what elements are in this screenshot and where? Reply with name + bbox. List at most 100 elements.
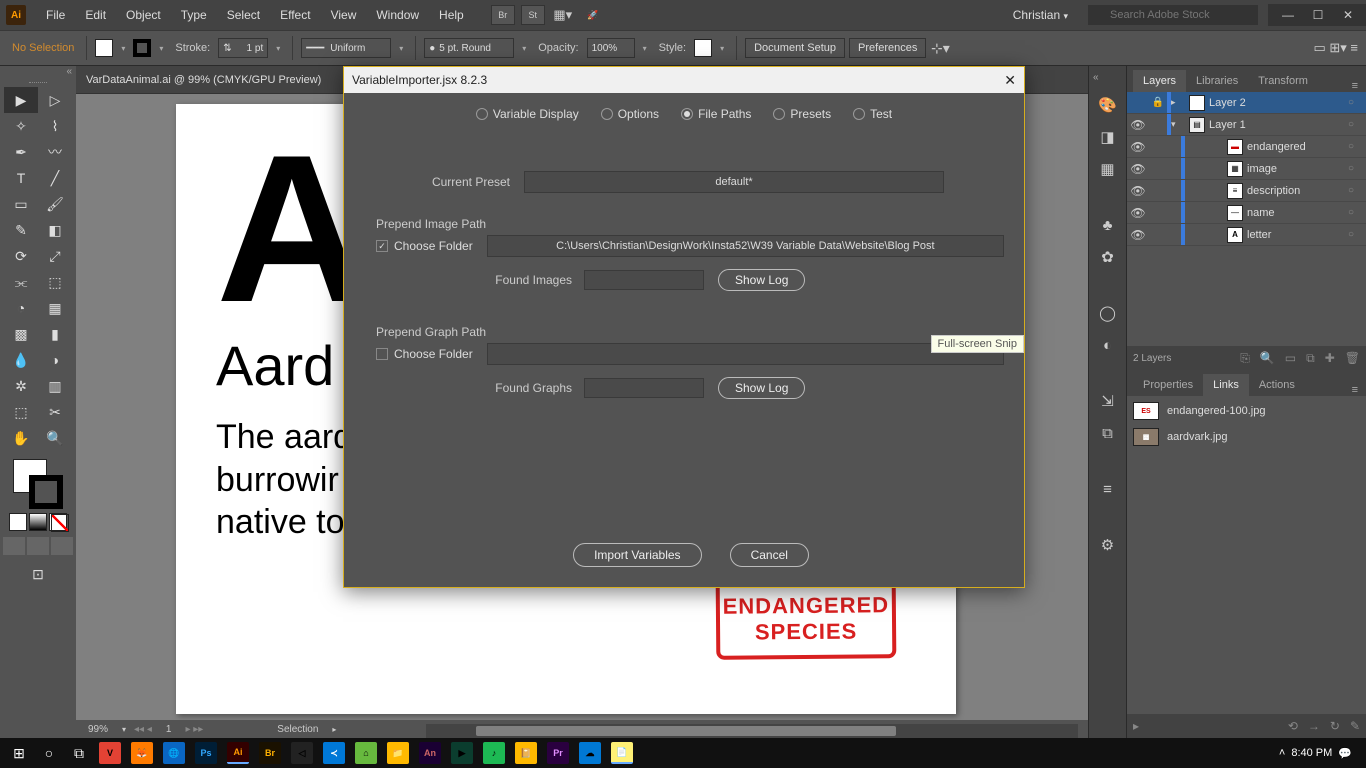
menu-edit[interactable]: Edit (75, 8, 116, 22)
horizontal-scrollbar[interactable] (426, 724, 1078, 738)
radio-options[interactable]: Options (601, 107, 659, 121)
magic-wand-tool[interactable]: ✧ (4, 113, 38, 139)
taskbar-illustrator[interactable]: Ai (227, 742, 249, 764)
draw-mode-icons[interactable] (2, 537, 74, 555)
target-icon[interactable]: ○ (1348, 97, 1366, 108)
find-icon[interactable]: 🔍 (1260, 351, 1275, 365)
width-tool[interactable]: ⫘ (4, 269, 38, 295)
tray-up-icon[interactable]: ˄ (1279, 747, 1285, 759)
stroke-swatch[interactable] (133, 39, 151, 57)
taskbar-app[interactable]: ☁ (579, 742, 601, 764)
taskbar-premiere[interactable]: Pr (547, 742, 569, 764)
user-menu[interactable]: Christian ▾ (1003, 8, 1078, 22)
rect-tool[interactable]: ▭ (4, 191, 38, 217)
rotate-tool[interactable]: ⟳ (4, 243, 38, 269)
direct-select-tool[interactable]: ▷ (38, 87, 72, 113)
graph-tool[interactable]: ▥ (38, 373, 72, 399)
artboard-tool[interactable]: ⬚ (4, 399, 38, 425)
delete-layer-icon[interactable]: 🗑 (1345, 351, 1360, 365)
lock-icon[interactable]: 🔒 (1149, 97, 1167, 108)
window-restore-icon[interactable]: ☐ (1304, 4, 1332, 26)
target-icon[interactable]: ○ (1348, 185, 1366, 196)
align-panel-icon[interactable]: ≡ (1094, 475, 1122, 503)
panel-menu-icon[interactable]: ≡ (1344, 384, 1366, 396)
css-panel-icon[interactable]: ⚙ (1094, 531, 1122, 559)
menu-type[interactable]: Type (171, 8, 217, 22)
target-icon[interactable]: ○ (1348, 163, 1366, 174)
layer-item[interactable]: 👁 ▬ endangered ○ (1127, 136, 1366, 158)
graph-path-field[interactable] (487, 343, 1004, 365)
new-layer-icon[interactable]: ✚ (1325, 351, 1335, 365)
layer-item[interactable]: 👁 ≡ description ○ (1127, 180, 1366, 202)
target-icon[interactable]: ○ (1348, 207, 1366, 218)
graphic-styles-icon[interactable]: ◐ (1094, 331, 1122, 359)
preferences-button[interactable]: Preferences (849, 38, 926, 58)
notifications-icon[interactable]: 💬 (1338, 747, 1352, 760)
artboard-nav[interactable]: 1 (160, 724, 178, 735)
taskbar-app[interactable]: ▶ (451, 742, 473, 764)
target-icon[interactable]: ○ (1348, 141, 1366, 152)
taskbar-explorer[interactable]: 📁 (387, 742, 409, 764)
cancel-button[interactable]: Cancel (730, 543, 809, 567)
preset-field[interactable]: default* (524, 171, 944, 193)
mesh-tool[interactable]: ▩ (4, 321, 38, 347)
stock-icon[interactable]: St (521, 5, 545, 25)
tab-properties[interactable]: Properties (1133, 374, 1203, 396)
task-view-icon[interactable]: ⧉ (64, 738, 94, 768)
type-tool[interactable]: T (4, 165, 38, 191)
radio-file-paths[interactable]: File Paths (681, 107, 751, 121)
perspective-tool[interactable]: ▦ (38, 295, 72, 321)
swatches-panel-icon[interactable]: ▦ (1094, 155, 1122, 183)
show-info-icon[interactable]: ▸ (1133, 719, 1139, 733)
shape-builder-tool[interactable]: ◔ (4, 295, 38, 321)
taskbar-notepad[interactable]: 📄 (611, 742, 633, 764)
visibility-icon[interactable]: 👁 (1127, 162, 1149, 176)
free-transform-tool[interactable]: ⬚ (38, 269, 72, 295)
arrange-icon[interactable]: ▦▾ (551, 5, 575, 25)
blend-tool[interactable]: ◑ (38, 347, 72, 373)
asset-export-icon[interactable]: ⇲ (1094, 387, 1122, 415)
radio-variable-display[interactable]: Variable Display (476, 107, 579, 121)
taskbar-spotify[interactable]: ♪ (483, 742, 505, 764)
clip-mask-icon[interactable]: ▭ (1285, 351, 1296, 365)
gpu-icon[interactable]: 🚀 (581, 5, 605, 25)
width-profile[interactable]: ● 5 pt. Round (424, 38, 514, 58)
zoom-tool[interactable]: 🔍 (38, 425, 72, 451)
taskbar-animate[interactable]: An (419, 742, 441, 764)
radio-presets[interactable]: Presets (773, 107, 831, 121)
taskbar-app[interactable]: 📔 (515, 742, 537, 764)
cortana-icon[interactable]: ○ (34, 738, 64, 768)
style-swatch[interactable] (694, 39, 712, 57)
menu-select[interactable]: Select (217, 8, 270, 22)
bridge-icon[interactable]: Br (491, 5, 515, 25)
color-mode-icons[interactable] (8, 513, 68, 531)
choose-folder-checkbox-img[interactable] (376, 240, 388, 252)
new-sublayer-icon[interactable]: ⧉ (1306, 351, 1315, 366)
taskbar-app[interactable]: V (99, 742, 121, 764)
artboards-panel-icon[interactable]: ⧉ (1094, 419, 1122, 447)
fill-swatch[interactable] (95, 39, 113, 57)
menu-object[interactable]: Object (116, 8, 171, 22)
taskbar-bridge[interactable]: Br (259, 742, 281, 764)
document-setup-button[interactable]: Document Setup (745, 38, 845, 58)
layer-row[interactable]: 🔒 ▸ Layer 2 ○ (1127, 92, 1366, 114)
choose-folder-checkbox-graph[interactable] (376, 348, 388, 360)
scale-tool[interactable]: ⤢ (38, 243, 72, 269)
layer-item[interactable]: 👁 ▦ image ○ (1127, 158, 1366, 180)
edit-original-icon[interactable]: ✎ (1350, 719, 1360, 733)
show-log-button-img[interactable]: Show Log (718, 269, 805, 291)
layer-item[interactable]: 👁 — name ○ (1127, 202, 1366, 224)
taskbar-vscode[interactable]: ≺ (323, 742, 345, 764)
layer-item[interactable]: 👁 A letter ○ (1127, 224, 1366, 246)
stroke-dd[interactable]: ▾ (155, 39, 167, 57)
visibility-icon[interactable]: 👁 (1127, 118, 1149, 132)
brush-def[interactable]: ━━━ Uniform (301, 38, 391, 58)
tab-links[interactable]: Links (1203, 374, 1249, 396)
import-variables-button[interactable]: Import Variables (573, 543, 701, 567)
align-icon[interactable]: ⊹▾ (930, 40, 950, 57)
tab-transform[interactable]: Transform (1248, 70, 1318, 92)
taskbar-app[interactable]: ⌂ (355, 742, 377, 764)
menu-help[interactable]: Help (429, 8, 474, 22)
fill-dd[interactable]: ▾ (117, 39, 129, 57)
line-tool[interactable]: ╱ (38, 165, 72, 191)
